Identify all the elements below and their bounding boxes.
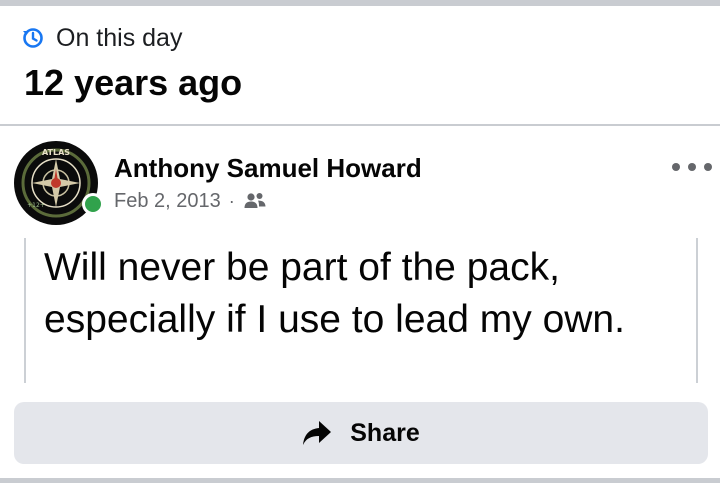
- author-name[interactable]: Anthony Samuel Howard: [114, 152, 422, 184]
- share-button[interactable]: Share: [14, 402, 708, 464]
- on-this-day-label: On this day: [56, 24, 183, 52]
- years-ago-heading: 12 years ago: [24, 62, 243, 103]
- post-header: ATLAS +12+ Anthony Samuel Howard Feb 2, …: [0, 126, 720, 226]
- avatar-logo-text: ATLAS: [42, 148, 70, 157]
- memory-card: On this day 12 years ago ATLAS +12+ Anth…: [0, 0, 720, 483]
- quote-border-right: [696, 238, 698, 383]
- post-meta: Feb 2, 2013 ·: [114, 188, 267, 214]
- post-text-line-1: Will never be part of the pack,: [44, 246, 560, 289]
- post-text: Will never be part of the pack, especial…: [44, 242, 684, 346]
- share-arrow-icon: [302, 420, 332, 446]
- post-date[interactable]: Feb 2, 2013: [114, 190, 221, 213]
- post-text-line-2: especially if I use to lead my own.: [44, 298, 625, 341]
- friends-icon: [243, 191, 267, 211]
- memory-header: On this day 12 years ago: [0, 6, 720, 124]
- on-this-day-row: On this day: [22, 23, 182, 53]
- avatar-badge-text: +12+: [27, 202, 45, 209]
- clock-rewind-icon: [22, 27, 44, 49]
- quote-border-left: [24, 238, 26, 383]
- post-body: Will never be part of the pack, especial…: [24, 238, 698, 383]
- share-label: Share: [350, 418, 420, 447]
- more-options-icon[interactable]: [672, 156, 712, 178]
- bottom-divider: [0, 478, 720, 483]
- online-status-dot: [82, 193, 104, 215]
- meta-separator: ·: [228, 190, 235, 211]
